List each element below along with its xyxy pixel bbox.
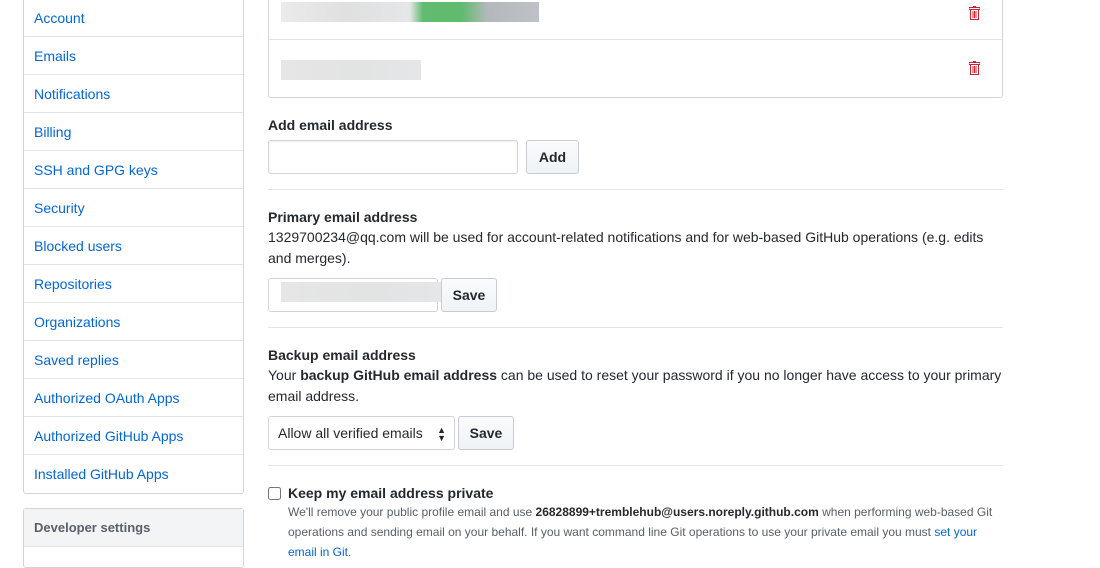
email-row: [269, 40, 1002, 97]
primary-email-select[interactable]: [268, 278, 446, 312]
keep-private-label: Keep my email address private: [288, 485, 494, 501]
divider: [268, 327, 1003, 328]
sidebar-item-saved-replies[interactable]: Saved replies: [24, 341, 243, 379]
updown-icon: ▲ ▼: [437, 425, 446, 443]
desc-bold: backup GitHub email address: [300, 367, 498, 383]
primary-email-title: Primary email address: [268, 209, 418, 225]
sidebar-item-oauth-apps[interactable]: Authorized OAuth Apps: [24, 379, 243, 417]
backup-email-select[interactable]: Allow all verified emails ▲ ▼: [268, 416, 455, 450]
divider: [268, 465, 1003, 466]
select-value: Allow all verified emails: [278, 425, 423, 441]
sidebar-item-organizations[interactable]: Organizations: [24, 303, 243, 341]
note-text: .: [348, 545, 352, 559]
trash-icon[interactable]: [969, 61, 980, 75]
sidebar-item-github-apps[interactable]: Authorized GitHub Apps: [24, 417, 243, 455]
backup-email-desc: Your backup GitHub email address can be …: [268, 365, 1003, 407]
redacted-email: [281, 2, 539, 22]
primary-email-desc: 1329700234@qq.com will be used for accou…: [268, 229, 984, 266]
developer-settings[interactable]: Developer settings: [23, 508, 244, 568]
add-email-input[interactable]: [268, 140, 518, 174]
primary-save-button[interactable]: Save: [441, 278, 497, 312]
sidebar-item-blocked-users[interactable]: Blocked users: [24, 227, 243, 265]
sidebar-item-account[interactable]: Account: [24, 0, 243, 37]
keep-private-note: We'll remove your public profile email a…: [288, 502, 993, 562]
sidebar-item-emails[interactable]: Emails: [24, 37, 243, 75]
desc-text: Your: [268, 367, 301, 383]
sidebar-item-installed-apps[interactable]: Installed GitHub Apps: [24, 455, 243, 493]
sidebar-item-notifications[interactable]: Notifications: [24, 75, 243, 113]
redacted-email: [281, 60, 421, 80]
trash-icon[interactable]: [969, 6, 980, 20]
backup-email-title: Backup email address: [268, 347, 416, 363]
developer-settings-label: Developer settings: [24, 509, 243, 547]
backup-save-button[interactable]: Save: [458, 416, 514, 450]
sidebar-item-ssh-gpg-keys[interactable]: SSH and GPG keys: [24, 151, 243, 189]
sidebar-item-repositories[interactable]: Repositories: [24, 265, 243, 303]
sidebar-item-security[interactable]: Security: [24, 189, 243, 227]
sidebar-item-billing[interactable]: Billing: [24, 113, 243, 151]
settings-sidebar: Account Emails Notifications Billing SSH…: [23, 0, 244, 494]
keep-private-checkbox[interactable]: [268, 487, 281, 500]
add-email-title: Add email address: [268, 117, 393, 133]
divider: [268, 189, 1003, 190]
note-text: We'll remove your public profile email a…: [288, 505, 536, 519]
redacted-email: [281, 282, 446, 302]
noreply-email: 26828899+tremblehub@users.noreply.github…: [535, 505, 819, 519]
add-email-button[interactable]: Add: [526, 140, 579, 174]
email-row: [269, 0, 1002, 40]
email-list: [268, 0, 1003, 98]
